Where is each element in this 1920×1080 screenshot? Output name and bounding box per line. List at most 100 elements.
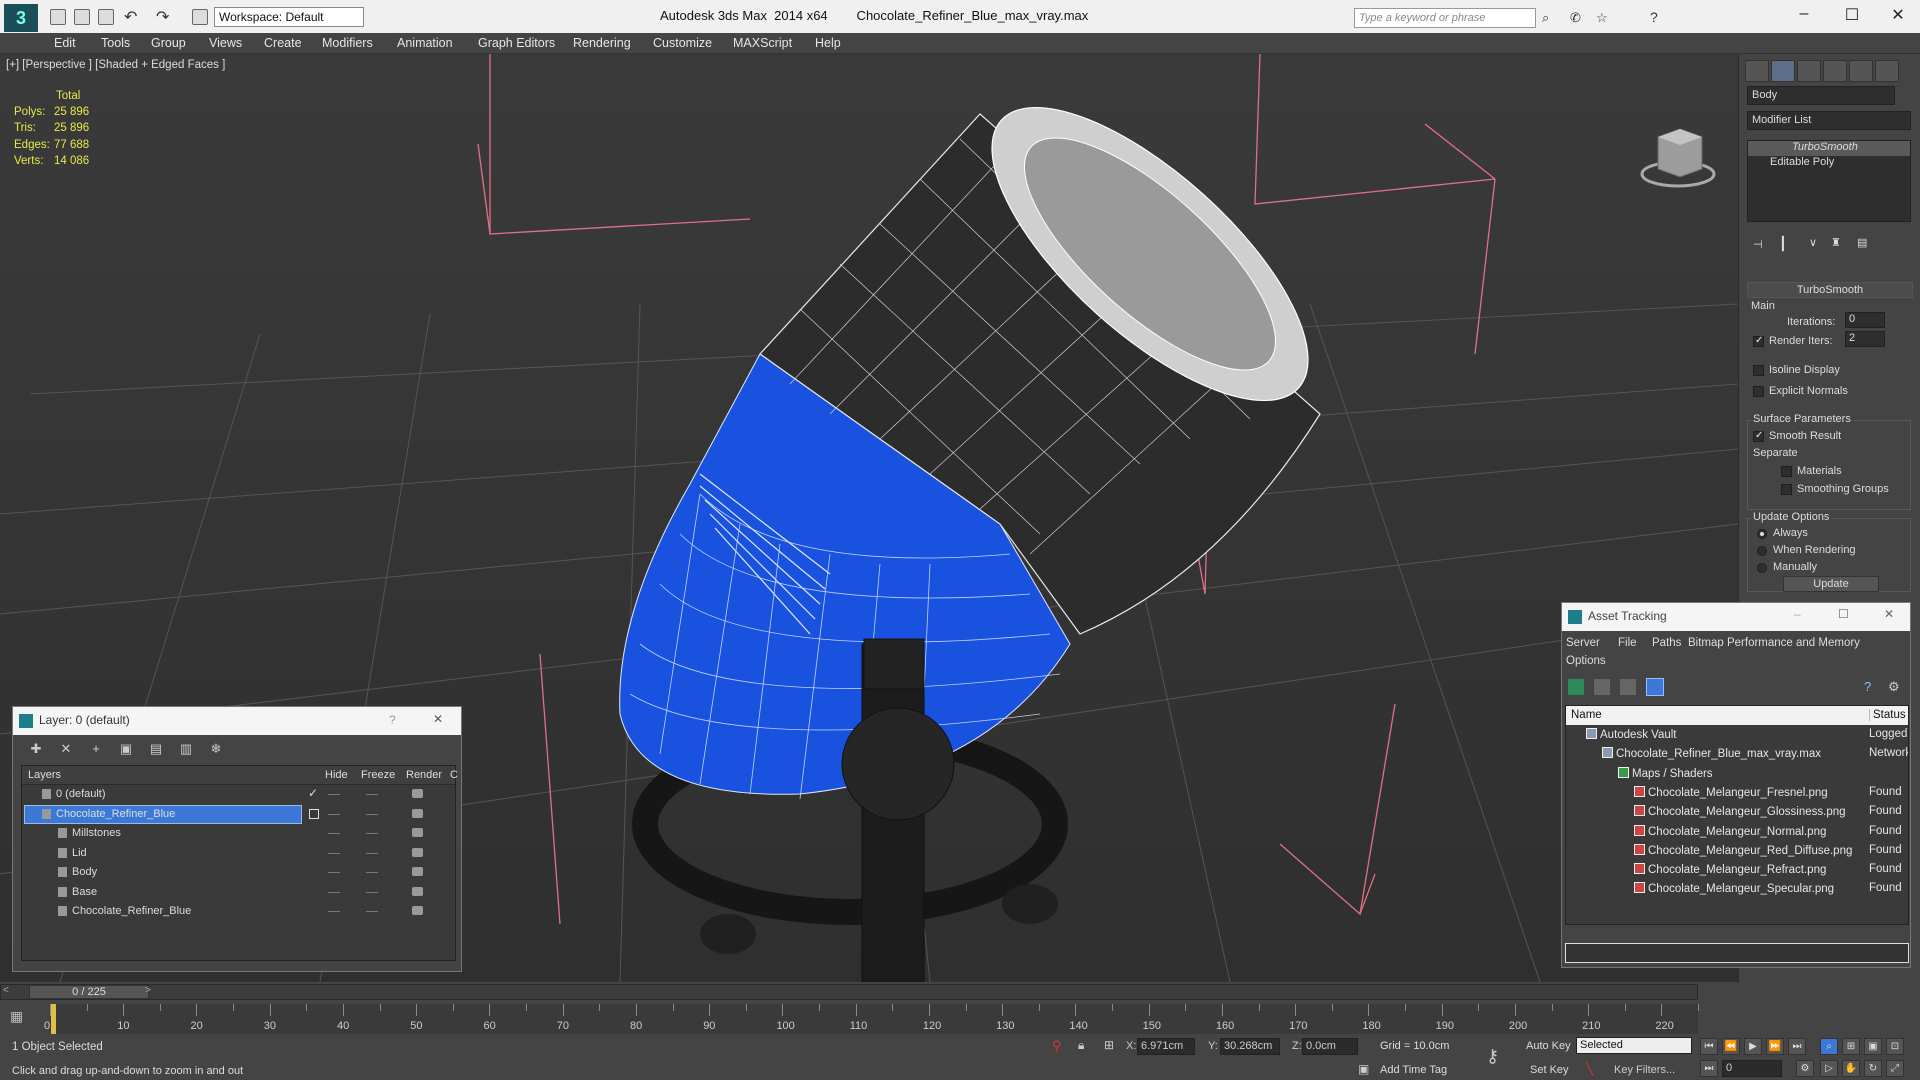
menu-graph-editors[interactable]: Graph Editors [478,36,555,50]
time-slider-thumb[interactable]: 0 / 225 [29,985,149,999]
modifier-list-dropdown[interactable]: Modifier List [1747,111,1911,130]
asset-row[interactable]: Chocolate_Melangeur_Red_Diffuse.png Found [1566,843,1908,863]
menu-rendering[interactable]: Rendering [573,36,631,50]
utilities-tab-icon[interactable] [1875,60,1899,82]
render-iters-checkbox[interactable] [1753,335,1764,347]
add-selection-icon[interactable]: + [87,741,105,759]
track-bar[interactable]: 0 10 20 30 40 50 60 70 80 90 100 110 120 130 140 150 160… [44,1004,1699,1034]
asset-row[interactable]: Chocolate_Melangeur_Specular.png Found [1566,882,1908,901]
manually-radio[interactable] [1757,563,1767,573]
smooth-result-checkbox[interactable] [1753,430,1764,442]
key-filter-pin-icon[interactable]: ╲ [1586,1062,1593,1076]
menu-group[interactable]: Group [151,36,186,50]
key-filters-button[interactable]: Key Filters... [1614,1064,1675,1076]
toggle-dash[interactable] [366,813,378,815]
column-hide[interactable]: Hide [325,766,348,784]
asset-menu-server[interactable]: Server [1566,637,1600,649]
asset-menu-file[interactable]: File [1618,637,1637,649]
asset-menu-bitmap-performance[interactable]: Bitmap Performance and Memory [1688,637,1860,649]
toggle-dash[interactable] [366,911,378,912]
field-of-view-icon[interactable]: ▷ [1820,1060,1838,1077]
toggle-dash[interactable] [366,852,378,854]
asset-help-icon[interactable]: ? [1864,679,1871,694]
toggle-dash[interactable] [328,872,340,873]
asset-row[interactable]: Autodesk Vault Logged [1566,728,1908,747]
asset-dialog-titlebar[interactable]: Asset Tracking – ☐ ✕ [1562,603,1910,631]
asset-row[interactable]: Maps / Shaders [1566,766,1908,786]
minimize-button[interactable]: – [1784,5,1824,23]
render-teapot-icon[interactable] [412,828,423,837]
make-unique-icon[interactable]: ∨ [1809,236,1817,249]
menu-customize[interactable]: Customize [653,36,712,50]
go-to-start-icon[interactable]: ⏮ [1700,1038,1718,1055]
close-button[interactable]: ✕ [1878,5,1918,25]
toggle-dash[interactable] [328,891,340,893]
hide-all-icon[interactable]: ▥ [177,741,195,759]
motion-tab-icon[interactable] [1823,60,1847,82]
layer-row[interactable]: Chocolate_Refiner_Blue [22,902,455,921]
menu-help[interactable]: Help [815,36,841,50]
render-teapot-icon[interactable] [412,808,423,818]
select-objects-icon[interactable]: ▣ [117,741,135,759]
render-teapot-icon[interactable] [412,847,423,857]
selection-lock-icon[interactable]: 🔒︎ [1078,1038,1084,1053]
create-tab-icon[interactable] [1745,60,1769,82]
key-mode-dropdown[interactable]: Selected [1576,1037,1692,1054]
zoom-extents-icon[interactable]: ▣ [1864,1038,1882,1055]
search-input[interactable]: Type a keyword or phrase [1354,8,1536,28]
current-layer-check-icon[interactable]: ✓ [308,786,318,800]
redo-icon[interactable]: ↷ [156,7,169,27]
key-mode-toggle-icon[interactable]: ⏭ [1700,1060,1718,1077]
app-logo-icon[interactable]: 3 [4,4,38,32]
absolute-mode-icon[interactable]: ⊞ [1104,1038,1114,1052]
previous-frame-icon[interactable]: ⏪ [1722,1038,1740,1055]
always-radio[interactable] [1757,529,1767,539]
time-slider[interactable]: < 0 / 225 > [0,984,1698,1000]
z-coordinate-field[interactable]: 0.0cm [1302,1038,1358,1055]
new-file-icon[interactable] [50,9,66,25]
render-iters-spinner[interactable]: 2 [1845,331,1885,347]
layer-row[interactable]: Lid [22,844,455,863]
layer-row[interactable]: Base [22,883,455,902]
object-name-field[interactable]: Body [1747,86,1895,105]
set-current-layer-icon[interactable] [309,808,319,819]
toggle-dash[interactable] [328,911,340,912]
communication-center-icon[interactable]: ✆ [1570,10,1581,26]
explicit-normals-checkbox[interactable] [1753,386,1764,397]
toggle-dash[interactable] [328,794,340,795]
zoom-icon[interactable]: ⌕ [1820,1038,1838,1055]
stack-item-editable-poly[interactable]: Editable Poly [1748,156,1910,171]
toggle-dash[interactable] [328,813,340,815]
configure-sets-icon[interactable]: ▤ [1857,236,1867,249]
iterations-spinner[interactable]: 0 [1845,312,1885,328]
isoline-display-checkbox[interactable] [1753,365,1764,376]
maximize-viewport-icon[interactable]: ⤢ [1886,1060,1904,1077]
time-tag-icon[interactable]: ▣ [1358,1062,1369,1076]
modify-tab-icon[interactable] [1771,60,1795,82]
slider-prev-icon[interactable]: < [3,985,9,996]
asset-close-button[interactable]: ✕ [1884,607,1894,621]
menu-modifiers[interactable]: Modifiers [322,36,373,50]
pan-view-icon[interactable]: ✋ [1842,1060,1860,1077]
save-file-icon[interactable] [98,9,114,25]
asset-minimize-button[interactable]: – [1794,607,1801,621]
set-key-icon[interactable]: ⚷ [1486,1046,1499,1067]
asset-row[interactable]: Chocolate_Melangeur_Glossiness.png Found [1566,805,1908,824]
pin-stack-icon[interactable]: ⊣ [1753,238,1763,251]
layer-dialog-help-button[interactable]: ? [389,713,396,727]
toggle-dash[interactable] [328,833,340,834]
zoom-extents-all-icon[interactable]: ⊡ [1886,1038,1904,1055]
menu-animation[interactable]: Animation [397,36,453,50]
column-c[interactable]: C [450,766,458,784]
toggle-dash[interactable] [366,891,378,893]
asset-maximize-button[interactable]: ☐ [1838,607,1849,621]
render-teapot-icon[interactable] [412,906,423,915]
next-frame-icon[interactable]: ⏩ [1766,1038,1784,1055]
layer-row[interactable]: Millstones [22,824,455,843]
materials-checkbox[interactable] [1781,466,1792,477]
toggle-dash[interactable] [328,852,340,854]
set-key-button[interactable]: Set Key [1530,1064,1569,1076]
time-config-icon[interactable]: ⚙ [1796,1060,1814,1077]
zoom-all-icon[interactable]: ⊞ [1842,1038,1860,1055]
play-icon[interactable]: ▶ [1744,1038,1762,1055]
